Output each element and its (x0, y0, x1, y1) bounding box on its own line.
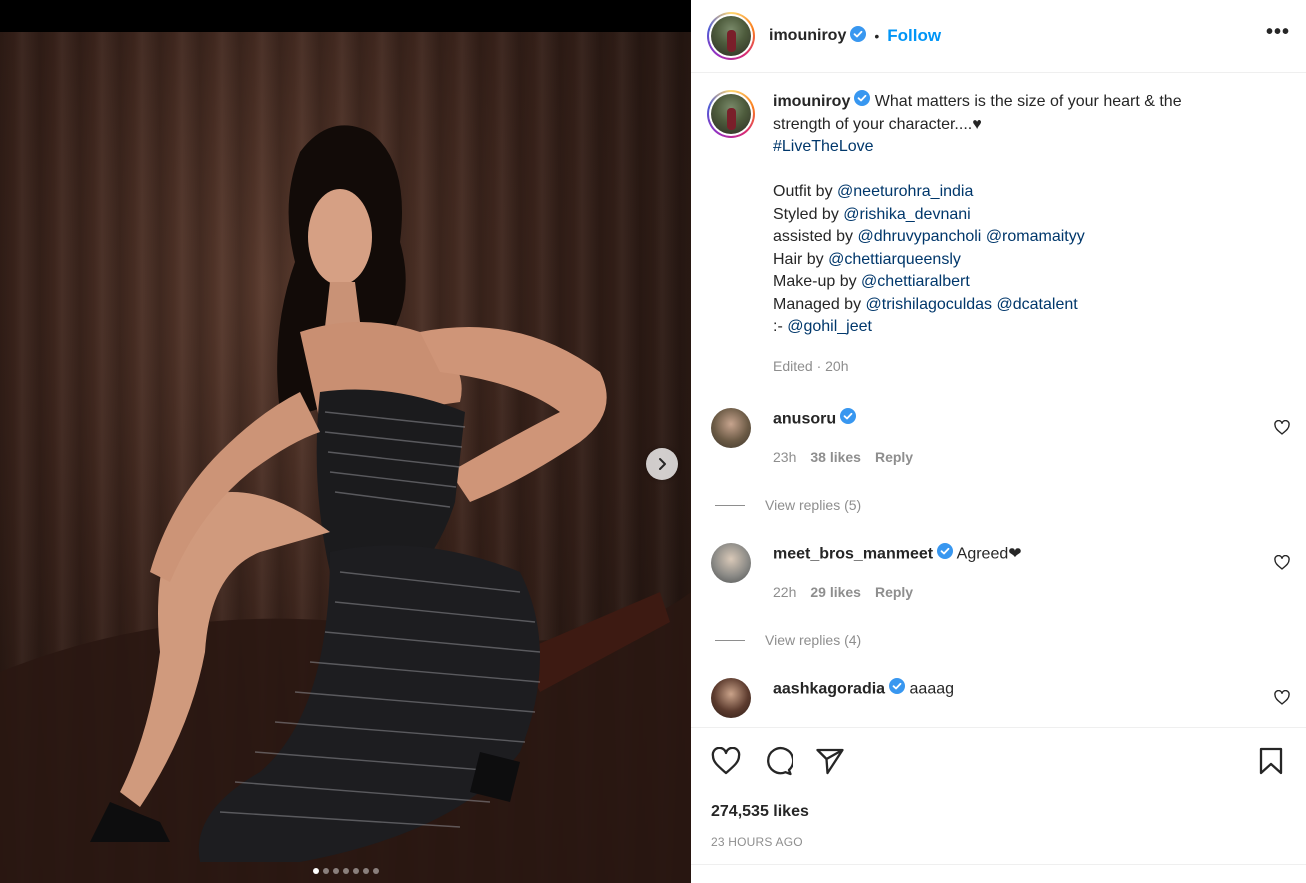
comment-meta: 23h 38 likes Reply (773, 449, 913, 465)
comment-text: Agreed❤ (956, 545, 1022, 563)
mention-link[interactable]: @trishilagoculdas (866, 296, 993, 313)
comment-item: meet_bros_manmeet Agreed❤ 22h 29 likes Repl… (691, 543, 1306, 648)
comment-time[interactable]: 23h (773, 449, 796, 465)
caption-credit-line: :- @gohil_jeet (773, 316, 1243, 339)
caption-credit-line: Styled by @rishika_devnani (773, 204, 1243, 227)
instagram-post-view: imouniroy • Follow ••• imouniroy What ma… (0, 0, 1306, 883)
caption-credit-line: Hair by @chettiarqueensly (773, 249, 1243, 272)
reply-button[interactable]: Reply (875, 584, 913, 600)
credit-prefix: :- (773, 318, 788, 335)
carousel-dot[interactable] (322, 868, 329, 874)
next-arrow-icon (659, 458, 666, 470)
comment-like-icon[interactable] (1274, 689, 1290, 710)
carousel-dot[interactable] (352, 868, 359, 874)
post-media (0, 0, 691, 883)
post-actions: 274,535 likes 23 HOURS AGO (691, 727, 1306, 849)
follow-button[interactable]: Follow (887, 26, 941, 46)
commenter-avatar[interactable] (711, 543, 751, 583)
verified-icon (850, 25, 867, 47)
view-replies-button[interactable]: View replies (4) (715, 632, 1022, 648)
caption-credit-line: Make-up by @chettiaralbert (773, 271, 1243, 294)
mention-link[interactable]: @dcatalent (997, 296, 1078, 313)
photo-illustration (0, 125, 691, 883)
mention-link[interactable]: @rishika_devnani (843, 206, 970, 223)
verified-icon (889, 678, 906, 701)
credit-prefix: Styled by (773, 205, 844, 223)
caption-credit-line: Managed by @trishilagoculdas @dcatalent (773, 294, 1243, 317)
commenter-avatar[interactable] (711, 408, 751, 448)
comment-time[interactable]: 22h (773, 584, 796, 600)
share-icon[interactable] (815, 747, 845, 780)
post-header: imouniroy • Follow ••• (691, 0, 1306, 73)
verified-icon (937, 543, 954, 566)
view-replies-label: View replies (4) (765, 632, 862, 648)
divider (691, 864, 1306, 865)
credit-prefix: Make-up by (773, 273, 862, 290)
caption-credit-line: assisted by @dhruvypancholi @romamaityy (773, 226, 1243, 249)
comment-likes[interactable]: 29 likes (810, 584, 861, 600)
verified-icon (854, 90, 871, 114)
author-username[interactable]: imouniroy (769, 27, 846, 45)
carousel-dot[interactable] (372, 868, 379, 874)
next-slide-button[interactable] (646, 448, 678, 480)
caption-credits: Outfit by @neeturohra_india Styled by @ri… (773, 181, 1243, 339)
carousel-dot[interactable] (342, 868, 349, 874)
post-photo (0, 32, 691, 883)
mention-link[interactable]: @chettiaralbert (861, 273, 970, 290)
comment-like-icon[interactable] (1274, 419, 1290, 440)
mention-link[interactable]: @neeturohra_india (837, 183, 973, 200)
caption-hashtag[interactable]: #LiveTheLove (773, 136, 1243, 159)
comment-like-icon[interactable] (1274, 554, 1290, 575)
likes-count[interactable]: 274,535 likes (691, 781, 1306, 821)
comment-meta: 22h 29 likes Reply (773, 584, 1022, 600)
comment-likes[interactable]: 38 likes (810, 449, 861, 465)
caption-author-avatar[interactable] (707, 90, 755, 138)
post-sidebar: imouniroy • Follow ••• imouniroy What ma… (691, 0, 1306, 883)
credit-prefix: Managed by (773, 295, 866, 313)
comment-item: anusoru 23h 38 likes Reply View replies (5) (691, 408, 1306, 513)
header-separator: • (874, 28, 880, 44)
caption-username[interactable]: imouniroy (773, 93, 850, 110)
commenter-username[interactable]: anusoru (773, 411, 836, 428)
mention-link[interactable]: @romamaityy (986, 228, 1085, 245)
carousel-dot[interactable] (332, 868, 339, 874)
view-replies-label: View replies (5) (765, 497, 862, 513)
credit-prefix: assisted by (773, 228, 858, 245)
author-avatar[interactable] (707, 12, 755, 60)
commenter-avatar[interactable] (711, 678, 751, 718)
commenter-username[interactable]: meet_bros_manmeet (773, 546, 933, 563)
mention-link[interactable]: @dhruvypancholi (857, 228, 981, 245)
comment-item: aashkagoradia aaaag (691, 678, 1306, 718)
carousel-dot[interactable] (362, 868, 369, 874)
more-options-icon[interactable]: ••• (1266, 21, 1290, 52)
mention-link[interactable]: @gohil_jeet (787, 318, 872, 335)
credit-prefix: Hair by (773, 250, 829, 268)
post-caption: imouniroy What matters is the size of yo… (691, 74, 1306, 377)
carousel-indicator (0, 868, 691, 874)
save-icon[interactable] (1258, 747, 1284, 780)
credit-prefix: Outfit by (773, 183, 838, 200)
like-icon[interactable] (711, 746, 741, 780)
commenter-username[interactable]: aashkagoradia (773, 681, 885, 698)
comments-list: imouniroy What matters is the size of yo… (691, 74, 1306, 726)
comment-text: aaaag (909, 680, 955, 698)
post-timestamp[interactable]: 23 HOURS AGO (691, 821, 1306, 849)
verified-icon (840, 408, 857, 431)
reply-button[interactable]: Reply (875, 449, 913, 465)
caption-credit-line: Outfit by @neeturohra_india (773, 181, 1243, 204)
carousel-dot[interactable] (312, 868, 319, 874)
comment-icon[interactable] (763, 746, 795, 781)
mention-link[interactable]: @chettiarqueensly (828, 251, 961, 268)
caption-meta: Edited · 20h (773, 357, 849, 374)
view-replies-button[interactable]: View replies (5) (715, 497, 913, 513)
